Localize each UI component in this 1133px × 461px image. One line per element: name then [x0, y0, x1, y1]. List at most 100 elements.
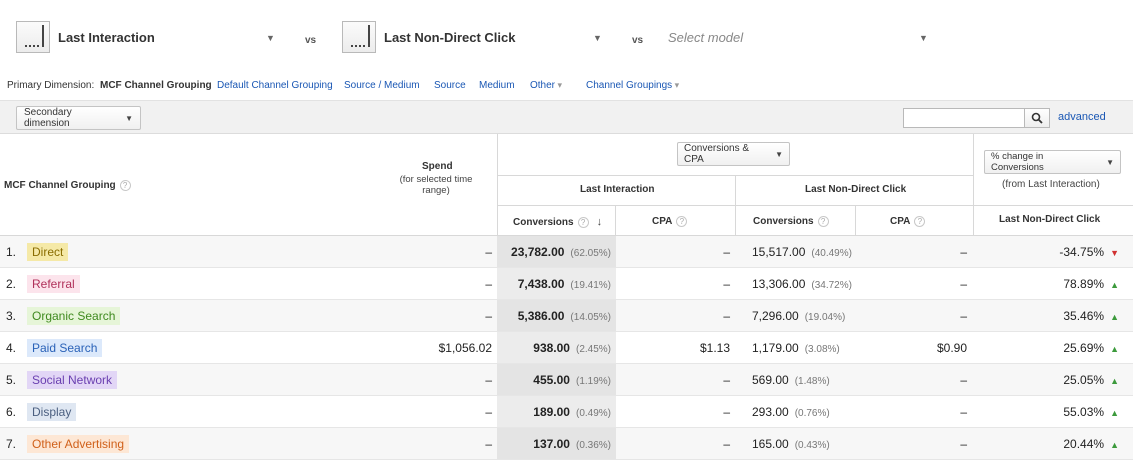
- help-icon: ?: [914, 216, 926, 227]
- model-name: Last Interaction: [58, 29, 155, 45]
- cpa-model-1: –: [723, 405, 730, 419]
- channel-link[interactable]: Direct: [27, 243, 69, 261]
- conversions-model-2: 15,517.00 (40.49%): [752, 245, 852, 259]
- conversions-model-2: 13,306.00 (34.72%): [752, 277, 852, 291]
- channel-link[interactable]: Organic Search: [27, 307, 121, 325]
- change-metric-select[interactable]: % change in Conversions ▼: [984, 150, 1121, 174]
- cpa-model-2: –: [960, 245, 967, 259]
- channel-link[interactable]: Referral: [27, 275, 80, 293]
- vs-label: vs: [632, 35, 644, 46]
- up-arrow-icon: ▲: [1110, 312, 1119, 322]
- conversions-model-1: 137.00 (0.36%): [533, 437, 611, 451]
- conversions-model-1: 455.00 (1.19%): [533, 373, 611, 387]
- help-icon: ?: [577, 217, 589, 228]
- conversions-header-model-2[interactable]: Conversions?: [753, 216, 829, 227]
- cpa-model-2: –: [960, 437, 967, 451]
- conversions-model-1: 7,438.00 (19.41%): [517, 277, 611, 291]
- channel-link[interactable]: Other Advertising: [27, 435, 130, 453]
- percent-change: 78.89% ▲: [1063, 277, 1119, 291]
- help-icon: ?: [676, 216, 688, 227]
- primary-dimension-label: Primary Dimension:: [7, 80, 95, 91]
- caret-down-icon: ▼: [1106, 157, 1114, 167]
- dimension-link-source[interactable]: Source: [434, 80, 466, 91]
- conversions-model-1: 938.00 (2.45%): [533, 341, 611, 355]
- model-1-column-header: Last Interaction: [580, 184, 655, 195]
- dimension-link-default-channel-grouping[interactable]: Default Channel Grouping: [217, 80, 333, 91]
- table-search-input[interactable]: [903, 108, 1025, 128]
- model-2-column-header: Last Non-Direct Click: [805, 184, 907, 195]
- cpa-model-1: –: [723, 437, 730, 451]
- cpa-model-1: –: [723, 373, 730, 387]
- up-arrow-icon: ▲: [1110, 280, 1119, 290]
- spend-value: –: [485, 309, 492, 323]
- up-arrow-icon: ▲: [1110, 408, 1119, 418]
- percent-change: 35.46% ▲: [1063, 309, 1119, 323]
- channel-link[interactable]: Social Network: [27, 371, 118, 389]
- spend-value: –: [485, 437, 492, 451]
- table-toolbar: Secondary dimension ▼ advanced: [0, 100, 1133, 134]
- table-row: 2. Referral – 7,438.00 (19.41%) – 13,306.00 (34…: [0, 268, 1133, 300]
- advanced-filter-link[interactable]: advanced: [1058, 111, 1106, 123]
- channel-link[interactable]: Paid Search: [27, 339, 103, 357]
- percent-change: -34.75% ▼: [1059, 245, 1119, 259]
- conversions-model-2: 165.00 (0.43%): [752, 437, 830, 451]
- model-select-1[interactable]: Last Interaction ▼: [16, 20, 276, 54]
- spend-column-header: Spend: [422, 161, 453, 172]
- spend-value: –: [485, 405, 492, 419]
- dimension-link-source-medium[interactable]: Source / Medium: [344, 80, 420, 91]
- table-header: MCF Channel Grouping? Spend (for selecte…: [0, 134, 1133, 236]
- table-row: 4. Paid Search $1,056.02 938.00 (2.45%) $1.13…: [0, 332, 1133, 364]
- table-row: 1. Direct – 23,782.00 (62.05%) – 15,517.00 (40.…: [0, 236, 1133, 268]
- cpa-header-model-1[interactable]: CPA?: [652, 216, 688, 227]
- dimension-link-medium[interactable]: Medium: [479, 80, 515, 91]
- secondary-dimension-label: Secondary dimension: [24, 107, 72, 129]
- dimension-link-other[interactable]: Other: [530, 80, 562, 91]
- model-comparison-bar: Last Interaction ▼ vs Last Non-Direct Cl…: [0, 0, 1133, 72]
- cpa-header-model-2[interactable]: CPA?: [890, 216, 926, 227]
- cpa-model-2: $0.90: [936, 341, 967, 355]
- row-index: 5.: [6, 373, 17, 387]
- cpa-model-1: –: [723, 309, 730, 323]
- attribution-model-icon: [16, 21, 50, 53]
- attribution-model-icon: [342, 21, 376, 53]
- change-model-header: Last Non-Direct Click: [999, 214, 1101, 225]
- table-row: 5. Social Network – 455.00 (1.19%) – 569.00 (1.…: [0, 364, 1133, 396]
- spend-value: –: [485, 373, 492, 387]
- metric-group-select[interactable]: Conversions & CPA ▼: [677, 142, 790, 166]
- help-icon: ?: [817, 216, 829, 227]
- vs-label: vs: [305, 35, 317, 46]
- search-icon: [1031, 112, 1043, 124]
- caret-down-icon: ▼: [775, 149, 783, 159]
- channel-link[interactable]: Display: [27, 403, 77, 421]
- percent-change: 25.05% ▲: [1063, 373, 1119, 387]
- model-select-3[interactable]: Select model ▼: [668, 20, 930, 54]
- conversions-model-1: 5,386.00 (14.05%): [517, 309, 611, 323]
- model-select-2[interactable]: Last Non-Direct Click ▼: [342, 20, 604, 54]
- conversions-model-2: 293.00 (0.76%): [752, 405, 830, 419]
- caret-down-icon: ▼: [125, 113, 133, 123]
- percent-change: 25.69% ▲: [1063, 341, 1119, 355]
- cpa-model-2: –: [960, 277, 967, 291]
- spend-value: $1,056.02: [438, 341, 492, 355]
- row-index: 4.: [6, 341, 17, 355]
- conversions-header-model-1[interactable]: Conversions? ↓: [513, 216, 602, 228]
- row-index: 2.: [6, 277, 17, 291]
- table-row: 3. Organic Search – 5,386.00 (14.05%) – 7,296.…: [0, 300, 1133, 332]
- secondary-dimension-button[interactable]: Secondary dimension ▼: [16, 106, 141, 130]
- table-row: 7. Other Advertising – 137.00 (0.36%) – 165.00…: [0, 428, 1133, 460]
- conversions-model-1: 23,782.00 (62.05%): [511, 245, 611, 259]
- caret-down-icon: ▼: [593, 33, 602, 43]
- down-arrow-icon: ▼: [1110, 248, 1119, 258]
- metric-group-label: Conversions & CPA: [684, 143, 750, 165]
- up-arrow-icon: ▲: [1110, 440, 1119, 450]
- spend-column-subheader: (for selected time range): [399, 174, 473, 196]
- caret-down-icon: ▼: [266, 33, 275, 43]
- row-index: 1.: [6, 245, 17, 259]
- search-button[interactable]: [1024, 108, 1050, 128]
- dimension-link-channel-groupings[interactable]: Channel Groupings: [586, 80, 679, 91]
- table-row: 6. Display – 189.00 (0.49%) – 293.00 (0.76%) – 55…: [0, 396, 1133, 428]
- cpa-model-1: –: [723, 277, 730, 291]
- cpa-model-2: –: [960, 373, 967, 387]
- current-dimension: MCF Channel Grouping: [100, 80, 212, 91]
- row-index: 6.: [6, 405, 17, 419]
